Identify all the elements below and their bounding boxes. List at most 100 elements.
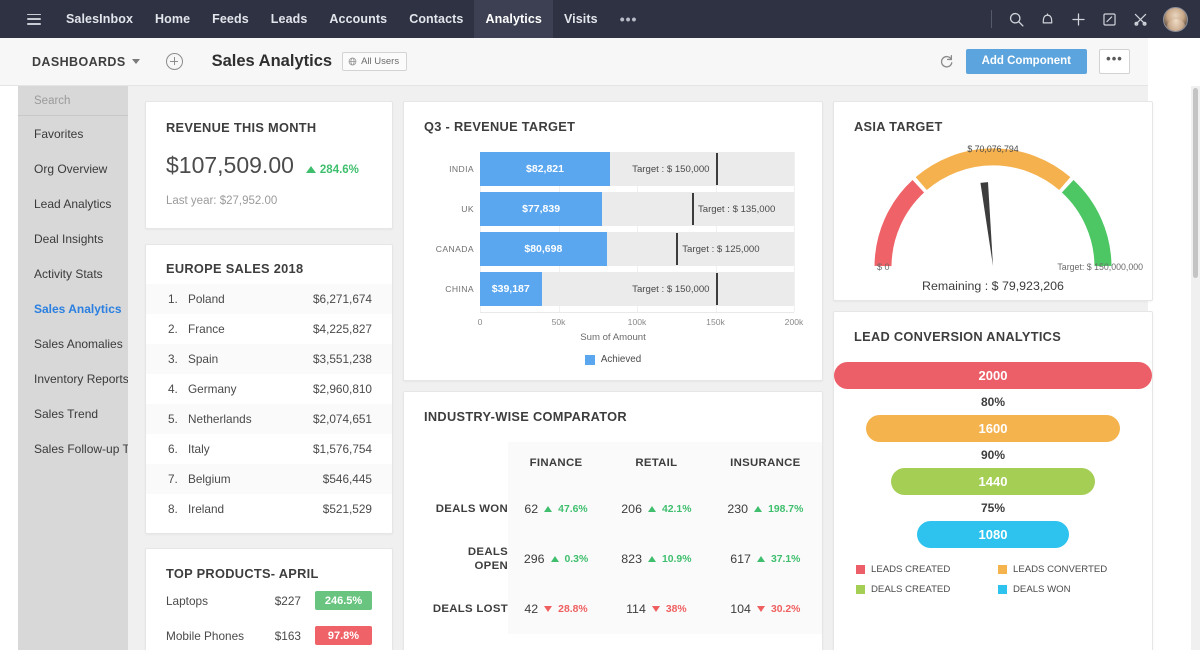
sidebar-item-favorites[interactable]: Favorites [18, 116, 146, 151]
sidebar-item-lead-analytics[interactable]: Lead Analytics [18, 186, 146, 221]
country-name: Belgium [188, 472, 323, 486]
top-navigation-bar: SalesInbox Home Feeds Leads Accounts Con… [0, 0, 1200, 38]
q3-bar-track: $39,187Target : $ 150,000 [480, 272, 794, 306]
list-item[interactable]: 5. Netherlands $2,074,651 [146, 404, 392, 434]
q3-bar-track: $77,839Target : $ 135,000 [480, 192, 794, 226]
list-item[interactable]: 6. Italy $1,576,754 [146, 434, 392, 464]
cell-deals-won-finance: 62 47.6% [508, 484, 604, 534]
add-dashboard-icon[interactable] [166, 53, 183, 70]
table-row: DEALS LOST 42 28.8% 114 38% [404, 584, 822, 634]
lead-conversion-analytics-card: LEAD CONVERSION ANALYTICS 2000 80% 1600 … [833, 311, 1153, 650]
sales-value: $2,074,651 [313, 412, 372, 426]
country-name: Ireland [188, 502, 323, 516]
list-item[interactable]: 7. Belgium $546,445 [146, 464, 392, 494]
triangle-up-icon [551, 556, 559, 562]
scrollbar-thumb[interactable] [1193, 88, 1198, 278]
table-row[interactable]: Mobile Phones $163 97.8% [146, 620, 392, 650]
nav-item-feeds[interactable]: Feeds [201, 0, 260, 38]
cell-pct: 30.2% [771, 604, 800, 615]
country-name: Italy [188, 442, 313, 456]
product-name: Mobile Phones [166, 629, 245, 643]
add-component-button[interactable]: Add Component [966, 49, 1087, 74]
cell-value: 617 [730, 552, 751, 566]
list-item[interactable]: 4. Germany $2,960,810 [146, 374, 392, 404]
sidebar-item-org-overview[interactable]: Org Overview [18, 151, 146, 186]
q3-bar[interactable]: $77,839 [480, 192, 602, 226]
rank: 7. [168, 472, 188, 486]
row-label-deals-open: DEALSOPEN [404, 534, 508, 584]
sales-value: $1,576,754 [313, 442, 372, 456]
sales-value: $2,960,810 [313, 382, 372, 396]
search-icon[interactable] [1008, 11, 1025, 28]
sidebar-item-sales-analytics[interactable]: Sales Analytics [18, 291, 146, 326]
bell-icon[interactable] [1039, 11, 1056, 28]
avatar[interactable] [1163, 7, 1188, 32]
triangle-down-icon [652, 606, 660, 612]
vertical-scrollbar[interactable] [1191, 86, 1200, 650]
cell-pct: 10.9% [662, 554, 691, 565]
q3-bar[interactable]: $39,187 [480, 272, 542, 306]
legend-item-deals-won: DEALS WON [998, 584, 1130, 595]
table-header-row: FINANCE RETAIL INSURANCE [404, 442, 822, 484]
dashboard-more-button[interactable]: ••• [1099, 49, 1130, 74]
funnel-rate-1: 90% [834, 442, 1152, 468]
tools-icon[interactable] [1132, 11, 1149, 28]
product-price: $227 [245, 594, 301, 608]
hamburger-icon[interactable] [27, 14, 41, 25]
europe-sales-card: EUROPE SALES 2018 1. Poland $6,271,674 2… [145, 244, 393, 534]
table-header-blank [404, 442, 508, 484]
nav-divider [991, 10, 992, 28]
q3-bar-track: $82,821Target : $ 150,000 [480, 152, 794, 186]
refresh-icon[interactable] [939, 54, 954, 69]
cell-deals-open-retail: 823 10.9% [604, 534, 709, 584]
europe-sales-list: 1. Poland $6,271,674 2. France $4,225,82… [146, 284, 392, 524]
sidebar-item-sales-follow-up[interactable]: Sales Follow-up T [18, 431, 146, 466]
q3-bar[interactable]: $80,698 [480, 232, 607, 266]
top-nav-items: SalesInbox Home Feeds Leads Accounts Con… [55, 0, 648, 38]
revenue-delta: 284.6% [306, 164, 359, 176]
cell-pct: 37.1% [771, 554, 800, 565]
sales-value: $546,445 [323, 472, 372, 486]
cell-deals-lost-retail: 114 38% [604, 584, 709, 634]
cell-deals-won-retail: 206 42.1% [604, 484, 709, 534]
sidebar-item-sales-trend[interactable]: Sales Trend [18, 396, 146, 431]
globe-icon [348, 57, 357, 66]
nav-item-contacts[interactable]: Contacts [398, 0, 474, 38]
table-row[interactable]: Laptops $227 246.5% [146, 585, 392, 616]
cell-deals-won-insurance: 230 198.7% [709, 484, 822, 534]
country-name: France [188, 322, 313, 336]
q3-category-label: INDIA [404, 164, 474, 174]
sidebar-item-activity-stats[interactable]: Activity Stats [18, 256, 146, 291]
sharing-chip[interactable]: All Users [342, 52, 407, 71]
list-item[interactable]: 8. Ireland $521,529 [146, 494, 392, 524]
list-item[interactable]: 3. Spain $3,551,238 [146, 344, 392, 374]
sidebar: Search Favorites Org Overview Lead Analy… [18, 86, 146, 650]
dashboards-label[interactable]: DASHBOARDS [32, 55, 126, 69]
note-icon[interactable] [1101, 11, 1118, 28]
q3-target-line [692, 193, 694, 225]
nav-item-analytics[interactable]: Analytics [474, 0, 552, 38]
cell-value: 104 [730, 602, 751, 616]
chevron-down-icon[interactable] [132, 59, 140, 64]
sidebar-item-deal-insights[interactable]: Deal Insights [18, 221, 146, 256]
q3-legend: Achieved [404, 354, 822, 365]
search-input[interactable]: Search [18, 86, 146, 116]
gauge-remaining-label: Remaining : $ 79,923,206 [834, 279, 1152, 293]
list-item[interactable]: 1. Poland $6,271,674 [146, 284, 392, 314]
funnel-bar-leads-created: 2000 [834, 362, 1152, 389]
q3-bar[interactable]: $82,821 [480, 152, 610, 186]
nav-more-button[interactable]: ••• [609, 0, 649, 38]
nav-item-leads[interactable]: Leads [260, 0, 319, 38]
legend-label: LEADS CREATED [871, 564, 950, 575]
nav-item-home[interactable]: Home [144, 0, 201, 38]
q3-category-label: CANADA [404, 244, 474, 254]
sidebar-item-inventory-reports[interactable]: Inventory Reports [18, 361, 146, 396]
list-item[interactable]: 2. France $4,225,827 [146, 314, 392, 344]
plus-icon[interactable] [1070, 11, 1087, 28]
top-nav-actions [991, 0, 1188, 38]
nav-item-salesinbox[interactable]: SalesInbox [55, 0, 144, 38]
nav-item-visits[interactable]: Visits [553, 0, 609, 38]
nav-item-accounts[interactable]: Accounts [318, 0, 398, 38]
sidebar-item-sales-anomalies[interactable]: Sales Anomalies [18, 326, 146, 361]
asia-target-card: ASIA TARGET $ 70,076,794 $ 0 Target: $ 1… [833, 101, 1153, 301]
